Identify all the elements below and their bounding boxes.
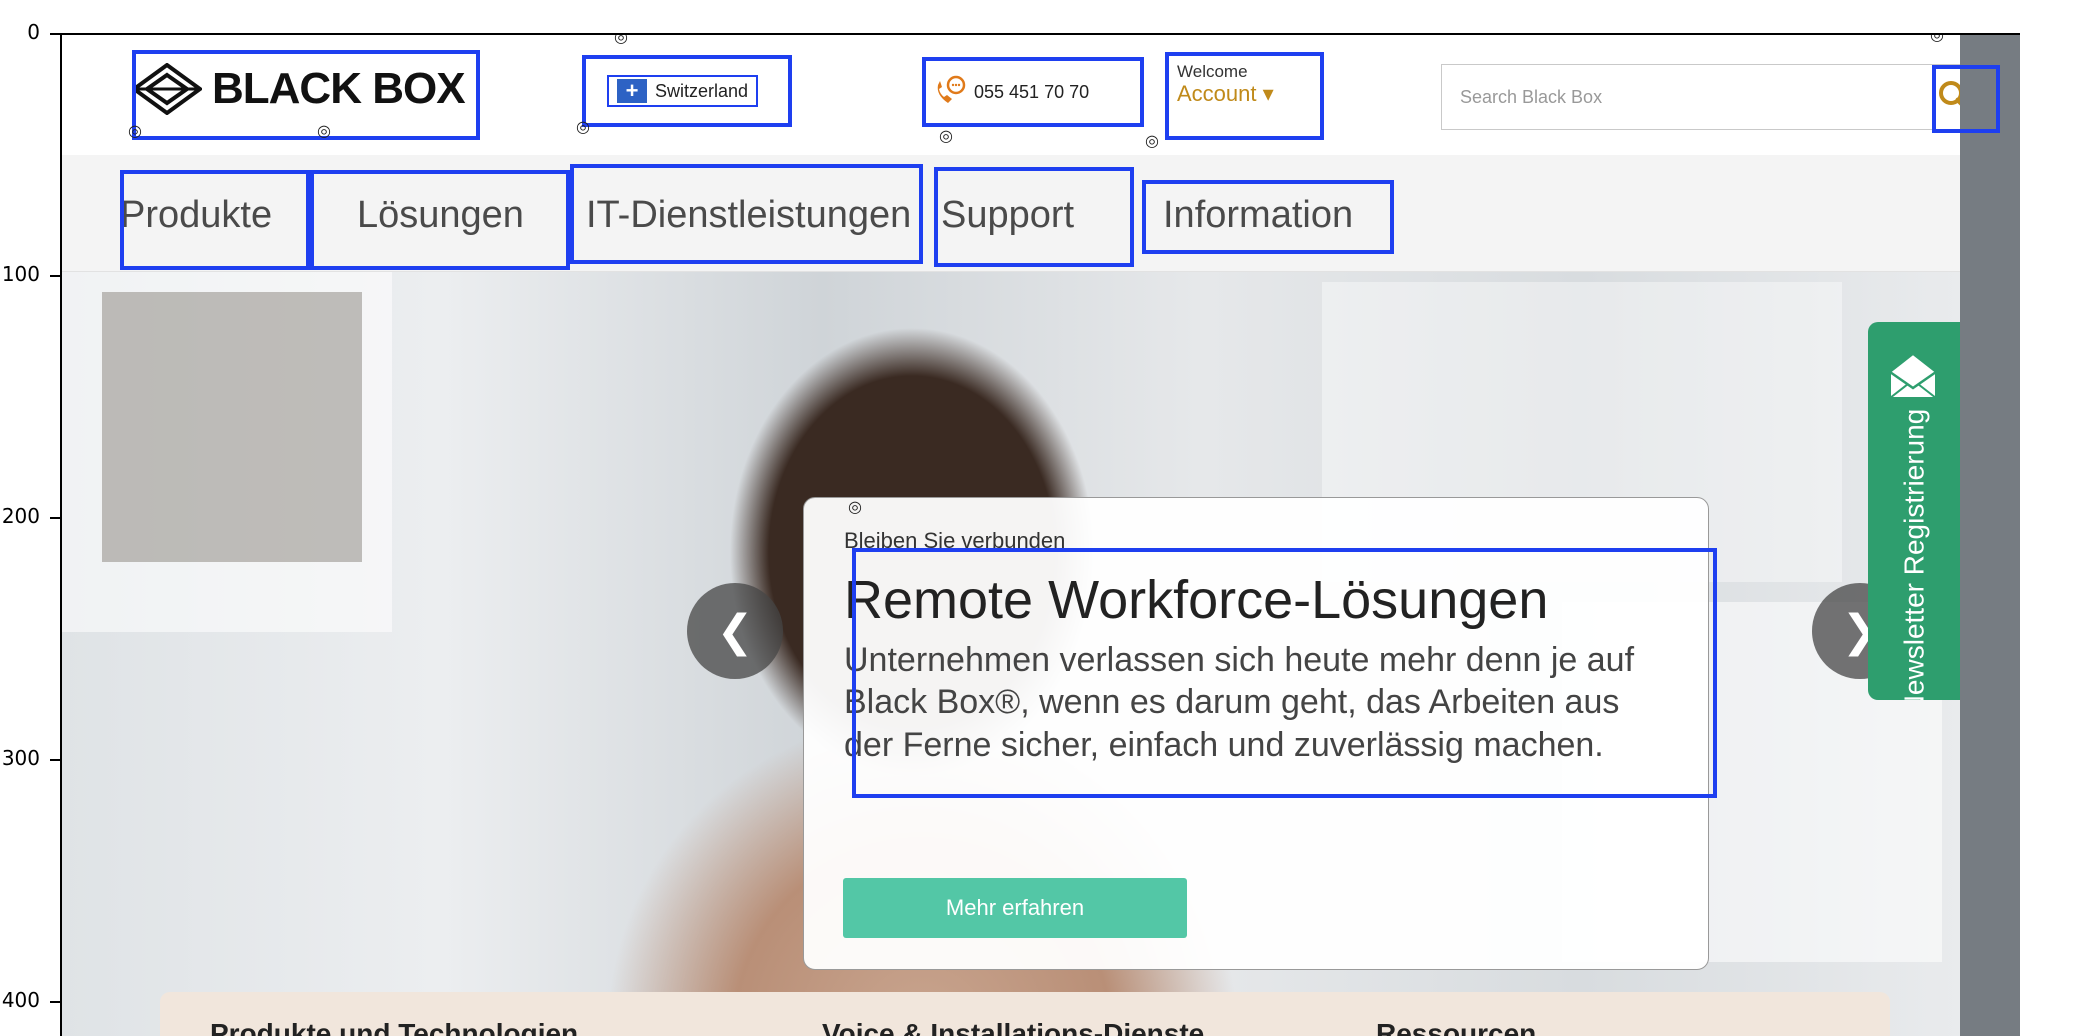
y-tick-mark (50, 275, 60, 277)
newsletter-tab[interactable]: Newsletter Registrierung (1868, 322, 1960, 700)
hero-carousel: ❮ ❯ Bleiben Sie verbunden Remote Workfor… (62, 272, 1960, 1036)
anchor-marker: ◎ (1930, 35, 1944, 44)
country-selector[interactable]: + Switzerland (607, 75, 759, 107)
search-bar (1441, 64, 1989, 130)
bottom-link-ressourcen[interactable]: Ressourcen (1376, 1018, 1536, 1036)
anchor-marker: ◎ (848, 497, 862, 516)
account-menu[interactable]: Welcome Account ▾ (1177, 62, 1274, 106)
y-tick-mark (50, 759, 60, 761)
phone-number: 055 451 70 70 (974, 81, 1090, 102)
mehr-erfahren-button[interactable]: Mehr erfahren (843, 878, 1187, 938)
y-tick-label: 0 (27, 20, 40, 44)
carousel-prev-button[interactable]: ❮ (687, 583, 783, 679)
anchor-marker: ◎ (939, 126, 953, 145)
nav-item-support[interactable]: Support (941, 175, 1074, 255)
anchor-marker: ◎ (128, 121, 142, 140)
hero-description: Unternehmen verlassen sich heute mehr de… (844, 640, 1635, 764)
page-scrollbar[interactable] (1960, 35, 2020, 1036)
newsletter-label: Newsletter Registrierung (1898, 408, 1930, 700)
y-axis: 0 100 200 300 400 (0, 0, 60, 1036)
envelope-icon (1889, 352, 1937, 399)
black-box-logo[interactable]: BLACK BOX (132, 57, 466, 121)
account-dropdown-label[interactable]: Account ▾ (1177, 81, 1274, 106)
bottom-category-strip: Produkte und Technologien Voice & Instal… (160, 992, 1890, 1036)
y-tick-label: 100 (1, 262, 40, 286)
country-label: Switzerland (655, 80, 749, 101)
y-tick-label: 300 (1, 746, 40, 770)
hero-kicker: Bleiben Sie verbunden (844, 528, 1066, 553)
y-tick-mark (50, 517, 60, 519)
welcome-label: Welcome (1177, 62, 1248, 81)
diamond-logo-icon (132, 63, 202, 115)
logo-text: BLACK BOX (212, 64, 466, 113)
nav-item-produkte[interactable]: Produkte (120, 175, 272, 255)
background-picture-frame (102, 292, 362, 562)
y-tick-label: 200 (1, 504, 40, 528)
bottom-link-produkte-technologien[interactable]: Produkte und Technologien (210, 1018, 578, 1036)
y-tick-label: 400 (1, 988, 40, 1012)
phone-icon (937, 75, 966, 103)
search-input[interactable] (1442, 65, 1922, 129)
browser-viewport: BLACK BOX + Switzerland 055 451 70 70 We… (62, 35, 2020, 1036)
anchor-marker: ◎ (1145, 131, 1159, 150)
nav-item-information[interactable]: Information (1163, 175, 1353, 255)
hero-title: Remote Workforce-Lösungen (844, 570, 1549, 630)
nav-item-loesungen[interactable]: Lösungen (357, 175, 524, 255)
anchor-marker: ◎ (317, 121, 331, 140)
nav-item-it-dienstleistungen[interactable]: IT-Dienstleistungen (586, 175, 911, 255)
main-navigation: Produkte Lösungen IT-Dienstleistungen Su… (62, 155, 1960, 272)
y-tick-mark (50, 1001, 60, 1003)
site-header: BLACK BOX + Switzerland 055 451 70 70 We… (62, 35, 1989, 155)
bottom-link-voice-installations[interactable]: Voice & Installations-Dienste (822, 1018, 1204, 1036)
swiss-flag-icon: + (617, 79, 647, 103)
phone-link[interactable]: 055 451 70 70 (932, 75, 1089, 109)
y-tick-mark (50, 33, 60, 35)
anchor-marker: ◎ (576, 117, 590, 136)
hero-card: Bleiben Sie verbunden Remote Workforce-L… (803, 497, 1709, 970)
anchor-marker: ◎ (614, 35, 628, 46)
